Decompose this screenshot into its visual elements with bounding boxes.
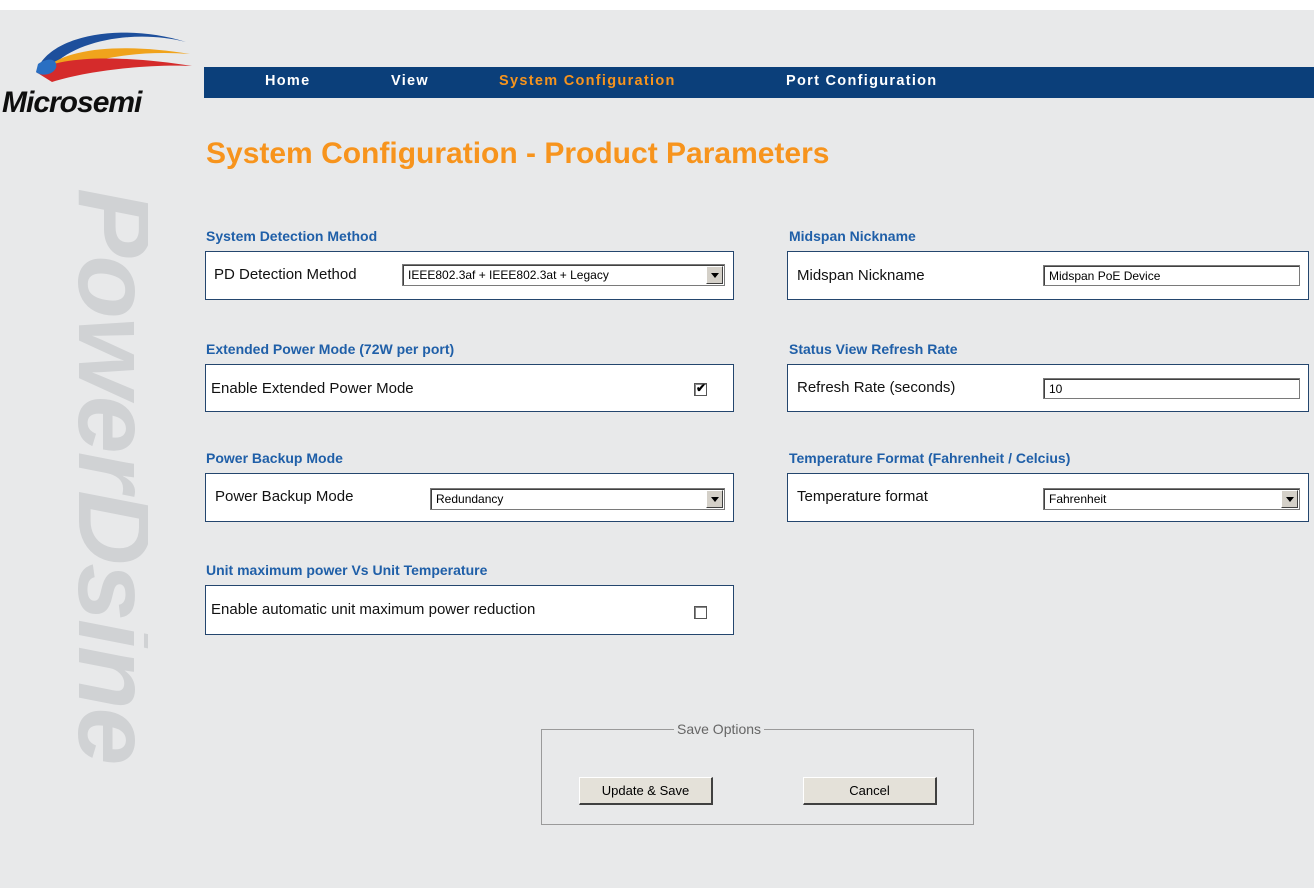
nav-item-system-configuration[interactable]: System Configuration xyxy=(499,67,676,98)
extended-power-box: Enable Extended Power Mode ✔ xyxy=(205,364,734,412)
nav-item-view[interactable]: View xyxy=(391,67,429,98)
section-title-refresh: Status View Refresh Rate xyxy=(789,341,958,357)
detection-box: PD Detection Method IEEE802.3af + IEEE80… xyxy=(205,251,734,300)
page-background: Microsemi PowerDsine Home View System Co… xyxy=(0,10,1314,888)
pd-detection-value: IEEE802.3af + IEEE802.3at + Legacy xyxy=(408,268,609,282)
section-title-backup: Power Backup Mode xyxy=(206,450,343,466)
checkmark-icon: ✔ xyxy=(696,381,707,395)
refresh-label: Refresh Rate (seconds) xyxy=(797,379,956,396)
nav-item-port-configuration[interactable]: Port Configuration xyxy=(786,67,937,98)
page-title: System Configuration - Product Parameter… xyxy=(206,137,830,170)
max-power-box: Enable automatic unit maximum power redu… xyxy=(205,585,734,635)
powerdsine-watermark: PowerDsine xyxy=(58,188,148,878)
max-power-checkbox[interactable] xyxy=(694,606,707,619)
pd-detection-select[interactable]: IEEE802.3af + IEEE802.3at + Legacy xyxy=(402,264,725,286)
max-power-label: Enable automatic unit maximum power redu… xyxy=(211,601,536,618)
watermark-text: PowerDsine xyxy=(58,188,148,764)
chevron-down-icon[interactable] xyxy=(1281,490,1298,508)
nickname-box: Midspan Nickname Midspan PoE Device xyxy=(787,251,1309,300)
top-navigation-bar: Home View System Configuration Port Conf… xyxy=(204,67,1314,98)
temperature-format-select[interactable]: Fahrenheit xyxy=(1043,488,1300,510)
temperature-format-value: Fahrenheit xyxy=(1049,492,1107,506)
backup-label: Power Backup Mode xyxy=(215,488,354,505)
logo-wordmark: Microsemi xyxy=(2,86,142,119)
refresh-box: Refresh Rate (seconds) 10 xyxy=(787,364,1309,412)
temperature-label: Temperature format xyxy=(797,488,928,505)
section-title-temperature: Temperature Format (Fahrenheit / Celcius… xyxy=(789,450,1071,466)
section-title-extended-power: Extended Power Mode (72W per port) xyxy=(206,341,455,357)
temperature-box: Temperature format Fahrenheit xyxy=(787,473,1309,522)
update-save-button[interactable]: Update & Save xyxy=(579,777,713,805)
chevron-down-icon[interactable] xyxy=(706,490,723,508)
chevron-down-icon[interactable] xyxy=(706,266,723,284)
section-title-detection: System Detection Method xyxy=(206,228,378,244)
backup-box: Power Backup Mode Redundancy xyxy=(205,473,734,522)
power-backup-value: Redundancy xyxy=(436,492,504,506)
logo-swoosh-icon xyxy=(36,32,192,82)
pd-detection-label: PD Detection Method xyxy=(214,266,357,283)
nav-item-home[interactable]: Home xyxy=(265,67,311,98)
cancel-button[interactable]: Cancel xyxy=(803,777,937,805)
extended-power-checkbox[interactable]: ✔ xyxy=(694,381,707,396)
nickname-input[interactable]: Midspan PoE Device xyxy=(1043,265,1300,286)
section-title-max-power: Unit maximum power Vs Unit Temperature xyxy=(206,562,488,578)
nickname-label: Midspan Nickname xyxy=(797,267,925,284)
save-options-group: Save Options Update & Save Cancel xyxy=(541,721,974,825)
power-backup-select[interactable]: Redundancy xyxy=(430,488,725,510)
microsemi-logo: Microsemi xyxy=(0,24,198,119)
refresh-rate-input[interactable]: 10 xyxy=(1043,378,1300,399)
save-options-legend: Save Options xyxy=(674,721,765,737)
extended-power-label: Enable Extended Power Mode xyxy=(211,380,414,397)
section-title-nickname: Midspan Nickname xyxy=(789,228,916,244)
